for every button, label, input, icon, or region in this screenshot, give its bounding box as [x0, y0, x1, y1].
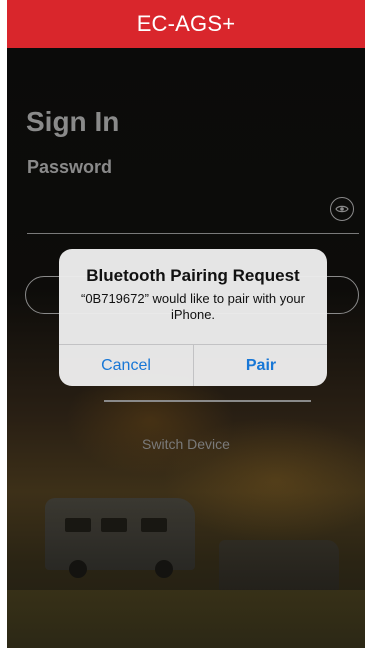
password-label: Password	[27, 157, 113, 177]
rv-wheel	[69, 560, 87, 578]
dialog-message: “0B719672” would like to pair with your …	[80, 291, 305, 322]
pair-button[interactable]: Pair	[194, 345, 327, 386]
dialog-title: Bluetooth Pairing Request	[86, 266, 300, 285]
bluetooth-pairing-dialog: Bluetooth Pairing Request “0B719672” wou…	[59, 249, 327, 386]
eye-icon	[335, 205, 349, 213]
switch-device-link[interactable]: Switch Device	[7, 436, 365, 452]
ground	[7, 590, 365, 648]
show-password-button[interactable]	[330, 197, 354, 221]
rv-silhouette-2	[219, 540, 339, 592]
rv-window	[65, 518, 91, 532]
password-input[interactable]	[27, 195, 359, 234]
rv-window	[101, 518, 127, 532]
cancel-button[interactable]: Cancel	[59, 345, 193, 386]
rv-silhouette	[45, 498, 195, 578]
rv-wheel	[155, 560, 173, 578]
sign-in-title: Sign In	[26, 106, 120, 137]
rv-window	[141, 518, 167, 532]
app-header: EC-AGS+	[7, 0, 365, 48]
app-title: EC-AGS+	[136, 11, 236, 36]
divider-line	[104, 400, 311, 402]
app-screen: EC-AGS+ Sign In Password Switch Device B…	[7, 0, 365, 648]
